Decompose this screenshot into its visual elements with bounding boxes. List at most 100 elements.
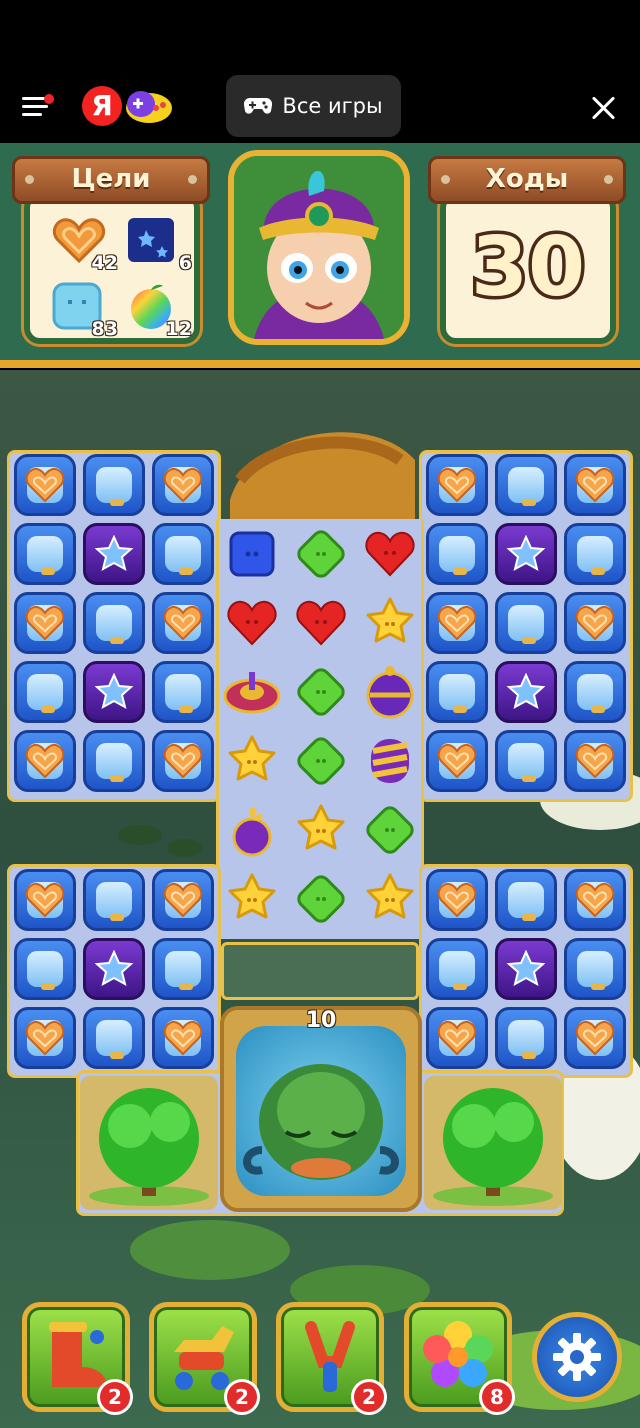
empty-jar-tile — [83, 592, 145, 654]
moves-value: 30 — [467, 217, 588, 319]
all-games-button[interactable]: Все игры — [226, 75, 401, 137]
board-cell[interactable] — [12, 728, 76, 792]
board-cell[interactable] — [150, 590, 214, 654]
board-cell[interactable] — [12, 1005, 76, 1069]
board-cell[interactable] — [493, 521, 557, 585]
character-portrait-icon — [234, 156, 404, 339]
board-cell[interactable] — [12, 452, 76, 516]
board-cell[interactable] — [219, 590, 283, 654]
board-cell[interactable] — [424, 590, 488, 654]
board-cell[interactable] — [357, 659, 421, 723]
goal-item-ice-cube: 83 — [52, 282, 118, 340]
yandex-logo[interactable]: Я — [82, 86, 122, 126]
board-cell[interactable] — [219, 866, 283, 930]
board-cell[interactable] — [219, 521, 283, 585]
board-cell[interactable] — [562, 521, 626, 585]
board-cell[interactable] — [150, 936, 214, 1000]
board-cell[interactable] — [424, 452, 488, 516]
board-cell[interactable] — [424, 1005, 488, 1069]
board-cell[interactable] — [288, 590, 352, 654]
board-cell[interactable] — [357, 797, 421, 861]
close-icon[interactable] — [590, 95, 616, 121]
board-cell[interactable] — [12, 936, 76, 1000]
board-cell[interactable] — [150, 867, 214, 931]
board-cell[interactable] — [12, 867, 76, 931]
board-cell[interactable] — [562, 1005, 626, 1069]
cookie-jar-tile — [152, 730, 214, 792]
diamond-piece — [290, 868, 352, 930]
board-cell[interactable] — [219, 728, 283, 792]
empty-jar-tile — [83, 1007, 145, 1069]
board-cell[interactable] — [12, 590, 76, 654]
cookie-jar-tile — [152, 1007, 214, 1069]
board-cell[interactable] — [288, 659, 352, 723]
board-cell[interactable] — [424, 728, 488, 792]
board-cell[interactable] — [424, 659, 488, 723]
board-cell[interactable] — [562, 452, 626, 516]
diamond-piece — [290, 730, 352, 792]
board-cell[interactable] — [493, 1005, 557, 1069]
board-cell[interactable] — [493, 867, 557, 931]
board-cell[interactable] — [357, 866, 421, 930]
board-cell[interactable] — [424, 521, 488, 585]
cookie-jar-tile — [14, 454, 76, 516]
board-cell[interactable] — [81, 867, 145, 931]
board-cell[interactable] — [562, 659, 626, 723]
board-cell[interactable] — [424, 936, 488, 1000]
board-cell[interactable] — [81, 590, 145, 654]
menu-icon[interactable] — [22, 94, 56, 118]
cookie-heart-icon — [17, 733, 73, 789]
board-cell[interactable] — [81, 936, 145, 1000]
board-cell[interactable] — [150, 728, 214, 792]
board-cell[interactable] — [357, 521, 421, 585]
board-cell[interactable] — [493, 728, 557, 792]
cookie-heart-icon — [155, 595, 211, 651]
board-cell[interactable] — [81, 1005, 145, 1069]
empty-jar-tile — [83, 869, 145, 931]
booster-slingshot[interactable]: 2 — [276, 1302, 387, 1415]
empty-jar-tile — [152, 661, 214, 723]
ornament-icon — [359, 661, 421, 723]
board-cell[interactable] — [219, 797, 283, 861]
board-cell[interactable] — [288, 521, 352, 585]
board-cell[interactable] — [357, 728, 421, 792]
board-cell[interactable] — [493, 590, 557, 654]
star-icon — [86, 941, 142, 997]
board-cell[interactable] — [12, 659, 76, 723]
board-cell[interactable] — [81, 452, 145, 516]
board-cell[interactable] — [493, 659, 557, 723]
board-cell[interactable] — [493, 452, 557, 516]
heart-piece — [290, 592, 352, 654]
board-cell[interactable] — [562, 867, 626, 931]
booster-rainbow-flower[interactable]: 8 — [404, 1302, 515, 1415]
board-cell[interactable] — [288, 866, 352, 930]
board-cell[interactable] — [150, 659, 214, 723]
settings-button[interactable] — [532, 1312, 622, 1402]
board-cell[interactable] — [81, 521, 145, 585]
cookie-jar-tile — [14, 1007, 76, 1069]
cookie-heart-icon — [17, 457, 73, 513]
board-cell[interactable] — [562, 728, 626, 792]
board-cell[interactable] — [288, 797, 352, 861]
board-cell[interactable] — [424, 867, 488, 931]
board-cell[interactable] — [493, 936, 557, 1000]
flower-piece — [359, 592, 421, 654]
board-cell[interactable] — [150, 452, 214, 516]
board-cell[interactable] — [357, 590, 421, 654]
board-cell[interactable] — [81, 728, 145, 792]
board-cell[interactable] — [150, 521, 214, 585]
button-icon — [221, 523, 283, 585]
board-cell[interactable] — [562, 590, 626, 654]
booster-boot[interactable]: 2 — [22, 1302, 133, 1415]
board-cell[interactable] — [562, 936, 626, 1000]
booster-rocking-horse[interactable]: 2 — [149, 1302, 260, 1415]
gamepad-logo-icon[interactable] — [124, 86, 174, 126]
board-cell[interactable] — [219, 659, 283, 723]
board-cell[interactable] — [81, 659, 145, 723]
board-cell[interactable] — [150, 1005, 214, 1069]
goal-count: 42 — [91, 252, 118, 274]
empty-jar-tile — [564, 661, 626, 723]
board-cell[interactable] — [288, 728, 352, 792]
cookie-heart-icon — [17, 595, 73, 651]
board-cell[interactable] — [12, 521, 76, 585]
